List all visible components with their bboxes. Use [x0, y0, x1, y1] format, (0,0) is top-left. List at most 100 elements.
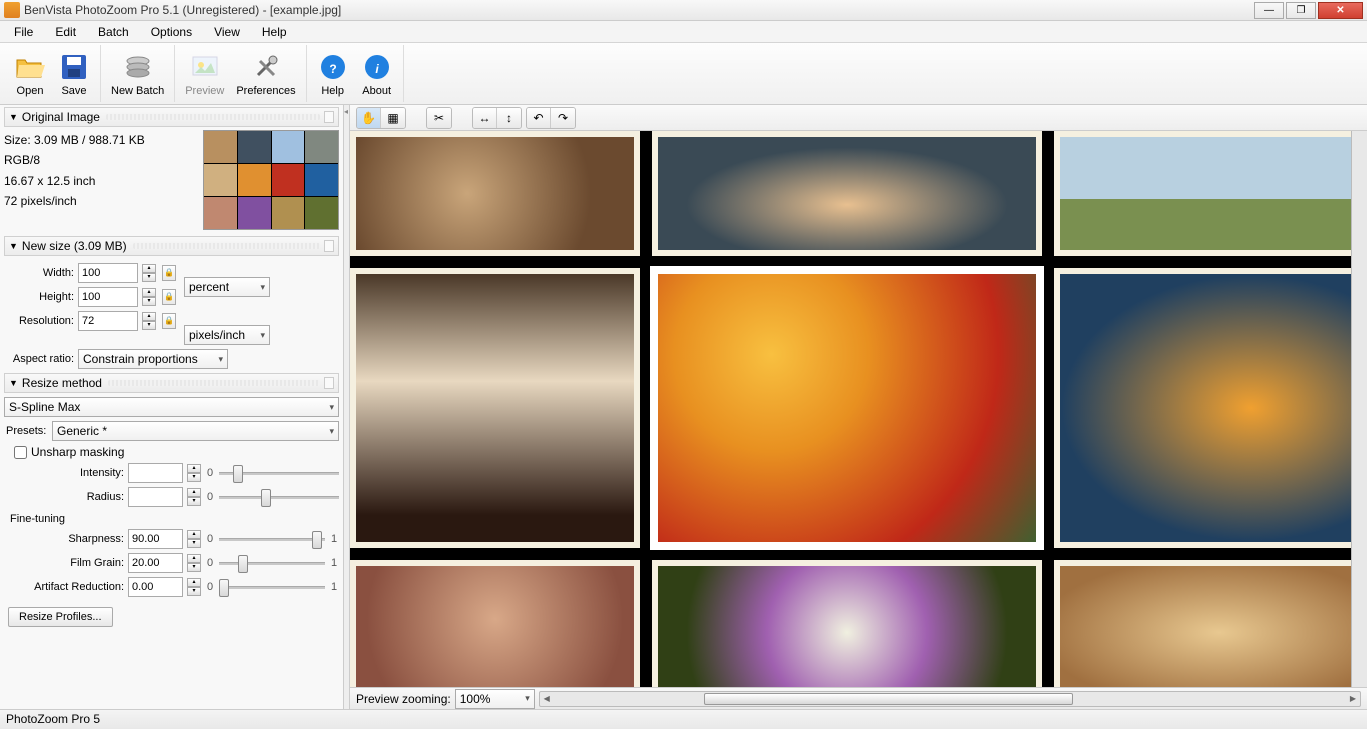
radius-slider[interactable]	[219, 487, 339, 507]
sharpness-input[interactable]	[128, 529, 183, 549]
aspect-ratio-combo[interactable]: Constrain proportions	[78, 349, 228, 369]
intensity-spinner[interactable]: ▴▾	[187, 464, 201, 482]
collapse-icon: ▼	[9, 378, 18, 388]
preview-tile	[1054, 268, 1351, 548]
height-spinner[interactable]: ▴▾	[142, 288, 156, 306]
menu-batch[interactable]: Batch	[88, 23, 139, 41]
artifact-reduction-label: Artifact Reduction:	[4, 581, 124, 593]
flip-horizontal-button[interactable]: ↔	[473, 108, 497, 128]
size-unit-combo[interactable]: percent	[184, 277, 270, 297]
open-button[interactable]: Open	[8, 45, 52, 102]
scroll-left-icon[interactable]: ◀	[540, 692, 554, 706]
intensity-label: Intensity:	[4, 467, 124, 479]
artifact-reduction-slider[interactable]	[219, 577, 325, 597]
hand-icon: ✋	[361, 111, 376, 125]
height-input[interactable]	[78, 287, 138, 307]
resolution-lock[interactable]: 🔒	[162, 313, 176, 329]
artifact-reduction-input[interactable]	[128, 577, 183, 597]
flip-vertical-button[interactable]: ↕	[497, 108, 521, 128]
menu-edit[interactable]: Edit	[45, 23, 86, 41]
crop-tool-button[interactable]: ✂	[427, 108, 451, 128]
menu-file[interactable]: File	[4, 23, 43, 41]
intensity-input[interactable]	[128, 463, 183, 483]
original-thumbnail[interactable]	[203, 130, 339, 230]
resolution-spinner[interactable]: ▴▾	[142, 312, 156, 330]
statusbar: PhotoZoom Pro 5	[0, 709, 1367, 729]
sharpness-slider[interactable]	[219, 529, 325, 549]
app-icon	[4, 2, 20, 18]
rotate-right-icon: ↷	[558, 111, 568, 125]
collapse-icon: ▼	[9, 112, 18, 122]
about-button[interactable]: i About	[355, 45, 399, 102]
collapse-icon: ▼	[9, 241, 18, 251]
preview-tile	[652, 131, 1042, 256]
horizontal-scrollbar[interactable]: ◀ ▶	[539, 691, 1361, 707]
presets-combo[interactable]: Generic *	[52, 421, 339, 441]
preview-zoom-label: Preview zooming:	[356, 692, 451, 706]
film-grain-label: Film Grain:	[4, 557, 124, 569]
fine-tuning-label: Fine-tuning	[10, 513, 339, 525]
resize-profiles-button[interactable]: Resize Profiles...	[8, 607, 113, 627]
vertical-scrollbar[interactable]	[1351, 131, 1367, 687]
width-label: Width:	[4, 267, 74, 279]
unsharp-label: Unsharp masking	[31, 445, 124, 459]
help-button[interactable]: ? Help	[311, 45, 355, 102]
radius-spinner[interactable]: ▴▾	[187, 488, 201, 506]
preferences-button[interactable]: Preferences	[230, 45, 301, 102]
artifact-spinner[interactable]: ▴▾	[187, 578, 201, 596]
resize-method-combo[interactable]: S-Spline Max	[4, 397, 339, 417]
sharpness-spinner[interactable]: ▴▾	[187, 530, 201, 548]
film-grain-slider[interactable]	[219, 553, 325, 573]
aspect-label: Aspect ratio:	[4, 353, 74, 365]
preview-tile	[1054, 131, 1351, 256]
sharpness-label: Sharpness:	[4, 533, 124, 545]
scroll-right-icon[interactable]: ▶	[1346, 692, 1360, 706]
rotate-left-button[interactable]: ↶	[527, 108, 551, 128]
maximize-button[interactable]	[1286, 2, 1316, 19]
menu-view[interactable]: View	[204, 23, 250, 41]
radius-input[interactable]	[128, 487, 183, 507]
preview-tile	[652, 560, 1042, 687]
preview-toolbar: ✋ ▦ ✂ ↔ ↕ ↶ ↷	[350, 105, 1367, 131]
preview-tile	[350, 560, 640, 687]
tools-icon	[250, 51, 282, 83]
film-grain-input[interactable]	[128, 553, 183, 573]
titlebar: BenVista PhotoZoom Pro 5.1 (Unregistered…	[0, 0, 1367, 21]
close-button[interactable]	[1318, 2, 1363, 19]
content-area: ✋ ▦ ✂ ↔ ↕ ↶ ↷	[350, 105, 1367, 709]
resize-method-header[interactable]: ▼ Resize method	[4, 373, 339, 393]
height-lock[interactable]: 🔒	[162, 289, 176, 305]
window-title: BenVista PhotoZoom Pro 5.1 (Unregistered…	[24, 3, 1254, 17]
resolution-unit-combo[interactable]: pixels/inch	[184, 325, 270, 345]
hand-tool-button[interactable]: ✋	[357, 108, 381, 128]
preview-canvas[interactable]	[350, 131, 1351, 687]
size-text: Size: 3.09 MB / 988.71 KB	[4, 130, 195, 150]
height-label: Height:	[4, 291, 74, 303]
minimize-button[interactable]	[1254, 2, 1284, 19]
mode-text: RGB/8	[4, 150, 195, 170]
preview-zoom-combo[interactable]: 100%	[455, 689, 535, 709]
film-grain-spinner[interactable]: ▴▾	[187, 554, 201, 572]
preview-tile	[350, 268, 640, 548]
menu-help[interactable]: Help	[252, 23, 297, 41]
width-spinner[interactable]: ▴▾	[142, 264, 156, 282]
new-batch-button[interactable]: New Batch	[105, 45, 170, 102]
svg-text:?: ?	[329, 62, 336, 76]
rotate-left-icon: ↶	[533, 111, 543, 125]
marquee-tool-button[interactable]: ▦	[381, 108, 405, 128]
resolution-label: Resolution:	[4, 315, 74, 327]
presets-label: Presets:	[4, 425, 48, 437]
batch-stack-icon	[122, 51, 154, 83]
original-info: Size: 3.09 MB / 988.71 KB RGB/8 16.67 x …	[4, 130, 195, 230]
new-size-header[interactable]: ▼ New size (3.09 MB)	[4, 236, 339, 256]
flip-h-icon: ↔	[479, 111, 491, 125]
menu-options[interactable]: Options	[141, 23, 202, 41]
rotate-right-button[interactable]: ↷	[551, 108, 575, 128]
resolution-input[interactable]	[78, 311, 138, 331]
save-button[interactable]: Save	[52, 45, 96, 102]
intensity-slider[interactable]	[219, 463, 339, 483]
width-lock[interactable]: 🔒	[162, 265, 176, 281]
width-input[interactable]	[78, 263, 138, 283]
original-image-header[interactable]: ▼ Original Image	[4, 107, 339, 127]
unsharp-masking-checkbox[interactable]	[14, 446, 27, 459]
